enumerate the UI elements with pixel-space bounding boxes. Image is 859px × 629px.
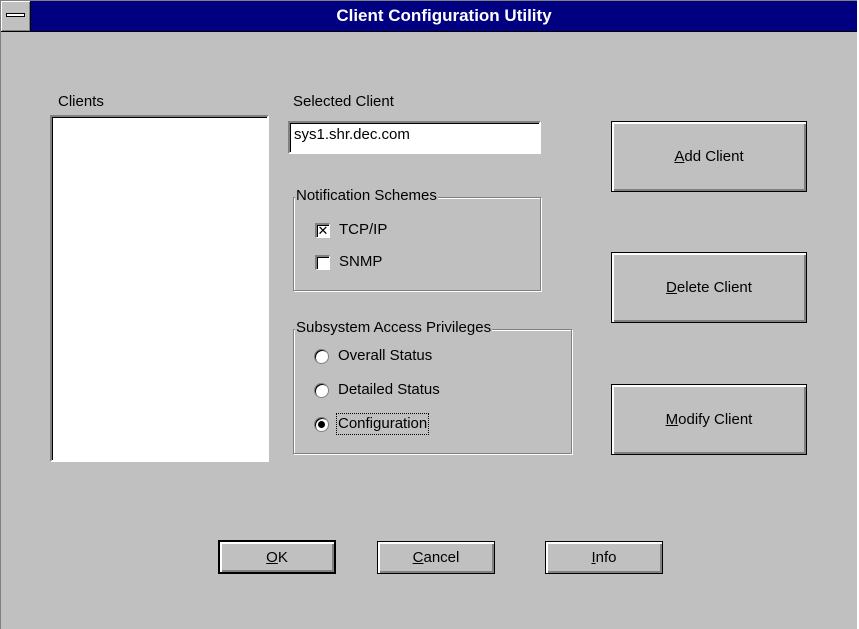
radio-selected-icon — [314, 416, 329, 432]
radio-dot-icon — [318, 420, 325, 428]
add-client-accel: A — [674, 148, 685, 165]
delete-client-accel: D — [666, 279, 677, 296]
tcpip-checkbox[interactable]: ✕ TCP/IP — [315, 221, 387, 239]
cancel-label: ancel — [423, 549, 460, 566]
radio-empty-icon — [314, 348, 329, 364]
delete-client-label: elete Client — [676, 279, 752, 296]
overall-status-label: Overall Status — [338, 347, 433, 364]
checkbox-unchecked-icon — [315, 254, 330, 270]
checkbox-checked-icon: ✕ — [315, 222, 330, 238]
tcpip-label: TCP/IP — [339, 221, 388, 238]
detailed-status-label: Detailed Status — [338, 381, 440, 398]
add-client-button[interactable]: Add Client — [611, 121, 807, 192]
detailed-status-radio[interactable]: Detailed Status — [314, 381, 440, 399]
client-config-window: Client Configuration Utility Clients Sel… — [0, 0, 857, 629]
selected-client-field[interactable]: sys1.shr.dec.com — [288, 121, 541, 154]
access-privileges-title: Subsystem Access Privileges — [295, 319, 493, 337]
ok-accel: O — [266, 548, 278, 566]
modify-client-button[interactable]: Modify Client — [611, 384, 807, 455]
clients-listbox[interactable] — [50, 115, 269, 462]
configuration-radio[interactable]: Configuration — [314, 413, 430, 435]
window-title: Client Configuration Utility — [336, 6, 552, 25]
info-label: nfo — [595, 549, 617, 566]
notification-schemes-title: Notification Schemes — [295, 187, 438, 205]
cancel-accel: C — [412, 549, 424, 566]
info-button[interactable]: Info — [545, 541, 663, 574]
add-client-label: dd Client — [684, 148, 744, 165]
snmp-checkbox[interactable]: SNMP — [315, 253, 382, 271]
overall-status-radio[interactable]: Overall Status — [314, 347, 432, 365]
snmp-label: SNMP — [339, 253, 383, 270]
cancel-button[interactable]: Cancel — [377, 541, 495, 574]
title-bar: Client Configuration Utility — [1, 1, 857, 32]
modify-client-label: odify Client — [678, 411, 753, 428]
modify-client-accel: M — [665, 411, 679, 428]
system-menu-button[interactable] — [1, 1, 31, 31]
clients-label: Clients — [58, 93, 104, 110]
delete-client-button[interactable]: Delete Client — [611, 252, 807, 323]
configuration-label: Configuration — [335, 413, 430, 435]
selected-client-label: Selected Client — [293, 93, 394, 110]
notification-schemes-group — [293, 197, 541, 291]
radio-empty-icon — [314, 382, 329, 398]
ok-button[interactable]: OK — [218, 540, 336, 574]
ok-label: K — [277, 548, 288, 566]
system-menu-icon — [6, 13, 25, 17]
